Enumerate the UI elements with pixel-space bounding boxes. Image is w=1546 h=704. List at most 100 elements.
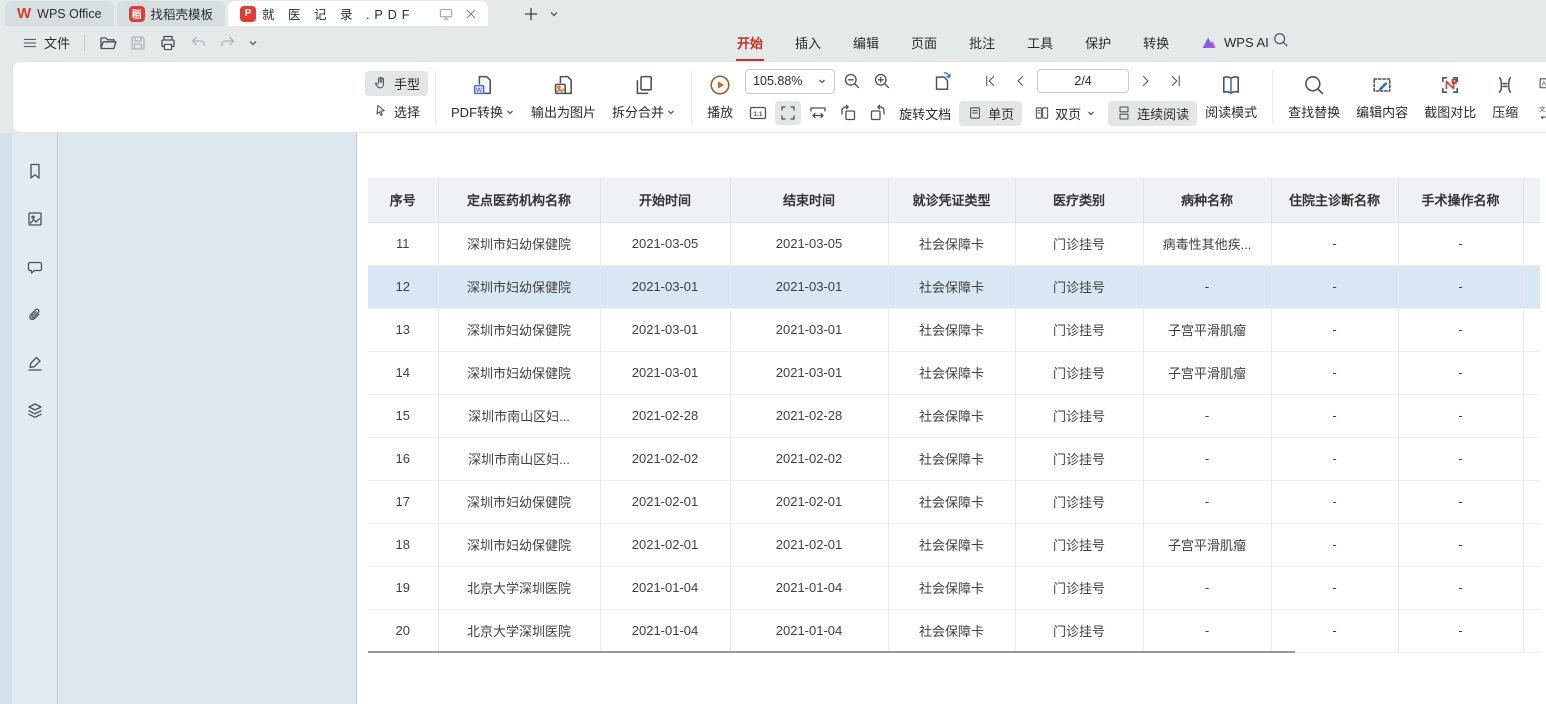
layers-panel-button[interactable] bbox=[21, 397, 49, 425]
zoom-out-button[interactable] bbox=[839, 69, 865, 93]
tab-document-pdf[interactable]: P 就 医 记 录 .PDF bbox=[228, 1, 488, 26]
select-tool-button[interactable]: 选择 bbox=[365, 99, 428, 124]
last-page-button[interactable] bbox=[1163, 69, 1189, 93]
undo-button[interactable] bbox=[183, 30, 213, 56]
pdf-convert-label: PDF转换 bbox=[451, 102, 503, 121]
table-cell: 18 bbox=[368, 523, 438, 566]
menu-tab-2[interactable]: 编辑 bbox=[852, 31, 880, 54]
actual-size-button[interactable]: 1:1 bbox=[745, 101, 771, 125]
play-label: 播放 bbox=[707, 102, 733, 121]
split-merge-button[interactable]: 拆分合并 bbox=[604, 73, 684, 121]
rotate-right-button[interactable] bbox=[865, 101, 891, 125]
table-cell: 16 bbox=[368, 437, 438, 480]
table-cell: - bbox=[1143, 265, 1271, 308]
redo-icon bbox=[218, 33, 238, 53]
chevron-down-icon bbox=[817, 76, 827, 86]
word-translate-button[interactable]: 文A 划词翻译 bbox=[1530, 99, 1546, 124]
compress-icon bbox=[1493, 73, 1517, 97]
menu-tab-5[interactable]: 工具 bbox=[1026, 31, 1054, 54]
divider bbox=[691, 70, 692, 124]
edit-content-icon bbox=[1370, 73, 1394, 97]
menu-tab-7[interactable]: 转换 bbox=[1142, 31, 1170, 54]
menu-tab-3[interactable]: 页面 bbox=[910, 31, 938, 54]
navigation-pane[interactable] bbox=[58, 133, 356, 704]
column-header: 手术操作名称 bbox=[1398, 178, 1523, 222]
screenshot-compare-label: 截图对比 bbox=[1424, 102, 1476, 121]
divider bbox=[1272, 70, 1273, 124]
edit-content-button[interactable]: 编辑内容 bbox=[1348, 73, 1416, 121]
table-row-19: 19北京大学深圳医院2021-01-042021-01-04社会保障卡门诊挂号-… bbox=[368, 566, 1540, 609]
table-cell: - bbox=[1398, 609, 1523, 652]
double-page-button[interactable]: 双页 bbox=[1026, 101, 1104, 126]
zoom-level-select[interactable]: 105.88% bbox=[745, 69, 835, 94]
rotate-left-button[interactable] bbox=[835, 101, 861, 125]
play-button[interactable]: 播放 bbox=[699, 73, 741, 121]
continuous-read-button[interactable]: 连续阅读 bbox=[1108, 101, 1197, 126]
wps-ai-logo-icon bbox=[1200, 34, 1218, 52]
monitor-icon[interactable] bbox=[438, 6, 454, 22]
fit-page-button[interactable] bbox=[775, 101, 801, 125]
export-image-button[interactable]: 输出为图片 bbox=[523, 73, 604, 121]
hand-tool-button[interactable]: 手型 bbox=[365, 71, 428, 96]
table-cell: 15 bbox=[368, 394, 438, 437]
tab-list-chevron-icon[interactable] bbox=[549, 9, 559, 19]
bookmark-icon bbox=[25, 161, 45, 181]
first-page-button[interactable] bbox=[977, 69, 1003, 93]
zoom-in-button[interactable] bbox=[869, 69, 895, 93]
screenshot-compare-button[interactable]: 截图对比 bbox=[1416, 73, 1484, 121]
table-cell: 门诊挂号 bbox=[1015, 222, 1143, 265]
find-replace-button[interactable]: 查找替换 bbox=[1280, 73, 1348, 121]
table-cell bbox=[1523, 222, 1540, 265]
thumbnails-panel-button[interactable] bbox=[21, 205, 49, 233]
page-indicator-input[interactable]: 2/4 bbox=[1037, 69, 1129, 93]
table-cell: - bbox=[1271, 351, 1398, 394]
next-page-button[interactable] bbox=[1133, 69, 1159, 93]
column-header: 定点医药机构名称 bbox=[438, 178, 600, 222]
pdf-convert-button[interactable]: W PDF转换 bbox=[443, 73, 523, 121]
table-cell: - bbox=[1271, 437, 1398, 480]
single-page-label: 单页 bbox=[988, 104, 1014, 123]
open-file-button[interactable] bbox=[93, 30, 123, 56]
find-replace-label: 查找替换 bbox=[1288, 102, 1340, 121]
close-tab-icon[interactable] bbox=[464, 7, 478, 21]
table-cell: 20 bbox=[368, 609, 438, 652]
wps-ai-button[interactable]: WPS AI bbox=[1200, 26, 1269, 59]
table-cell: - bbox=[1271, 265, 1398, 308]
table-cell: 门诊挂号 bbox=[1015, 351, 1143, 394]
menu-bar: 文件 开始插入编辑页面批注工具保护转换 WPS bbox=[0, 26, 1546, 59]
pdf-page[interactable]: 序号定点医药机构名称开始时间结束时间就诊凭证类型医疗类别病种名称住院主诊断名称手… bbox=[357, 133, 1546, 704]
column-header: 序号 bbox=[368, 178, 438, 222]
fit-width-button[interactable] bbox=[805, 101, 831, 125]
divider bbox=[84, 35, 85, 51]
single-page-button[interactable]: 单页 bbox=[959, 101, 1022, 126]
prev-page-button[interactable] bbox=[1007, 69, 1033, 93]
save-button[interactable] bbox=[123, 30, 153, 56]
tab-wps-office[interactable]: W WPS Office bbox=[5, 1, 114, 26]
column-header bbox=[1523, 178, 1540, 222]
attachments-panel-button[interactable] bbox=[21, 301, 49, 329]
tab-docer-templates[interactable]: 稻 找稻壳模板 bbox=[117, 1, 226, 26]
menu-tab-1[interactable]: 插入 bbox=[794, 31, 822, 54]
table-cell: 社会保障卡 bbox=[888, 437, 1015, 480]
print-button[interactable] bbox=[153, 30, 183, 56]
table-cell: 北京大学深圳医院 bbox=[438, 566, 600, 609]
redo-button[interactable] bbox=[213, 30, 243, 56]
table-cell: 17 bbox=[368, 480, 438, 523]
bookmarks-panel-button[interactable] bbox=[21, 157, 49, 185]
split-merge-label: 拆分合并 bbox=[612, 102, 664, 121]
menu-tab-6[interactable]: 保护 bbox=[1084, 31, 1112, 54]
full-translate-button[interactable]: A 文 全文翻译 bbox=[1530, 71, 1546, 96]
menu-tab-4[interactable]: 批注 bbox=[968, 31, 996, 54]
quick-access-chevron[interactable] bbox=[243, 35, 263, 51]
menu-search-button[interactable] bbox=[1272, 31, 1290, 49]
menu-tab-0[interactable]: 开始 bbox=[736, 31, 764, 54]
file-menu-button[interactable]: 文件 bbox=[16, 29, 76, 56]
rotate-document-button[interactable] bbox=[929, 69, 955, 93]
signature-panel-button[interactable] bbox=[21, 349, 49, 377]
comments-panel-button[interactable] bbox=[21, 253, 49, 281]
compress-button[interactable]: 压缩 bbox=[1484, 73, 1526, 121]
read-mode-button[interactable]: 阅读模式 bbox=[1197, 73, 1265, 121]
new-tab-icon[interactable] bbox=[523, 6, 539, 22]
rotate-document-label[interactable]: 旋转文档 bbox=[899, 104, 951, 123]
table-cell: 2021-02-01 bbox=[730, 523, 888, 566]
